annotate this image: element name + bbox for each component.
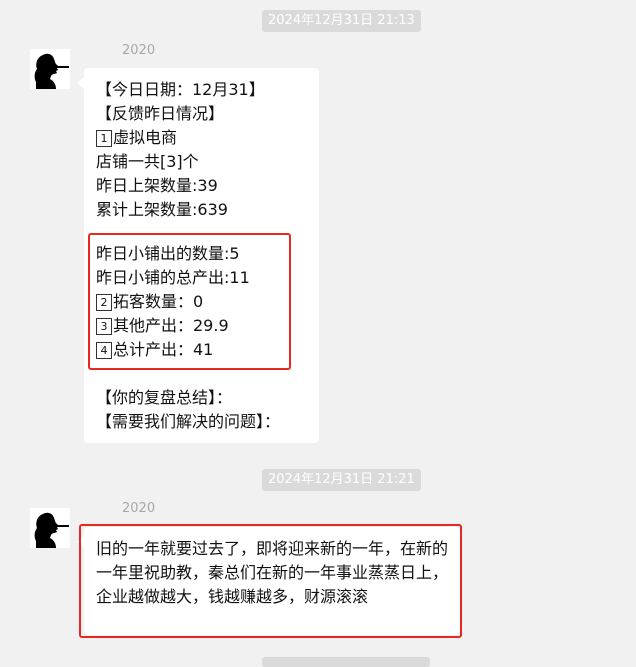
sender-name: 2020	[122, 501, 156, 516]
timestamp-pill: 2024年12月31日 21:13	[262, 10, 421, 32]
avatar[interactable]	[30, 49, 70, 89]
message-line: 【今日日期：12月31】	[96, 80, 265, 99]
message-line-text: 虚拟电商	[113, 128, 178, 147]
message-line: 店铺一共[3]个	[96, 152, 199, 171]
silhouette-profile-avatar-icon	[30, 508, 70, 548]
sender-name: 2020	[122, 43, 156, 58]
message-line: 【需要我们解决的问题】：	[96, 412, 281, 431]
boxed-number-1: 1	[96, 130, 112, 147]
message-line: 【反馈昨日情况】	[96, 104, 225, 123]
highlight-box	[88, 233, 291, 370]
silhouette-profile-avatar-icon	[30, 49, 70, 89]
message-line: 昨日上架数量:39	[96, 176, 218, 195]
timestamp-pill-partial	[262, 657, 430, 667]
bubble-tail	[77, 77, 84, 89]
timestamp-pill: 2024年12月31日 21:21	[262, 469, 421, 491]
message-line: 累计上架数量:639	[96, 200, 228, 219]
highlight-box	[79, 524, 462, 638]
message-line: 1 虚拟电商	[96, 126, 177, 150]
message-line: 【你的复盘总结】：	[96, 388, 233, 407]
avatar[interactable]	[30, 508, 70, 548]
